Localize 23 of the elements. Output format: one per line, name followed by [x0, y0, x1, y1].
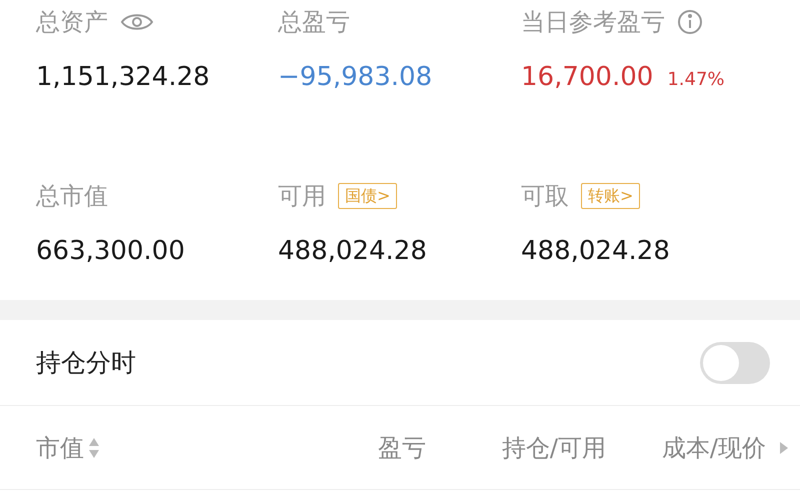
column-header[interactable]: 市值: [36, 430, 84, 466]
stat-value: 488,024.28: [521, 235, 670, 268]
stat-value: −95,983.08: [278, 61, 432, 94]
toggle-label: 持仓分时: [36, 346, 136, 379]
column-header[interactable]: 盈亏: [378, 430, 426, 466]
stat-value: 663,300.00: [36, 235, 185, 268]
stat-label: 总市值: [36, 181, 108, 212]
column-header[interactable]: 持仓/可用: [502, 430, 606, 466]
stat-label: 可用: [278, 181, 326, 212]
stat-value: 16,700.00: [521, 61, 654, 94]
percent-text: 1.47%: [667, 68, 725, 92]
info-icon[interactable]: [677, 9, 703, 35]
toggle-switch[interactable]: [700, 342, 770, 384]
caret-icon[interactable]: [778, 440, 790, 456]
stat-value: 488,024.28: [278, 235, 427, 268]
stat-label: 总资产: [36, 7, 108, 38]
tag-button[interactable]: 转账>: [581, 183, 640, 209]
stat-label: 可取: [521, 181, 569, 212]
tag-button[interactable]: 国债>: [338, 183, 398, 209]
stat-label: 当日参考盈亏: [521, 7, 665, 38]
column-header[interactable]: 成本/现价: [662, 430, 766, 466]
stat-label: 总盈亏: [278, 7, 350, 38]
stat-value: 1,151,324.28: [36, 61, 210, 94]
